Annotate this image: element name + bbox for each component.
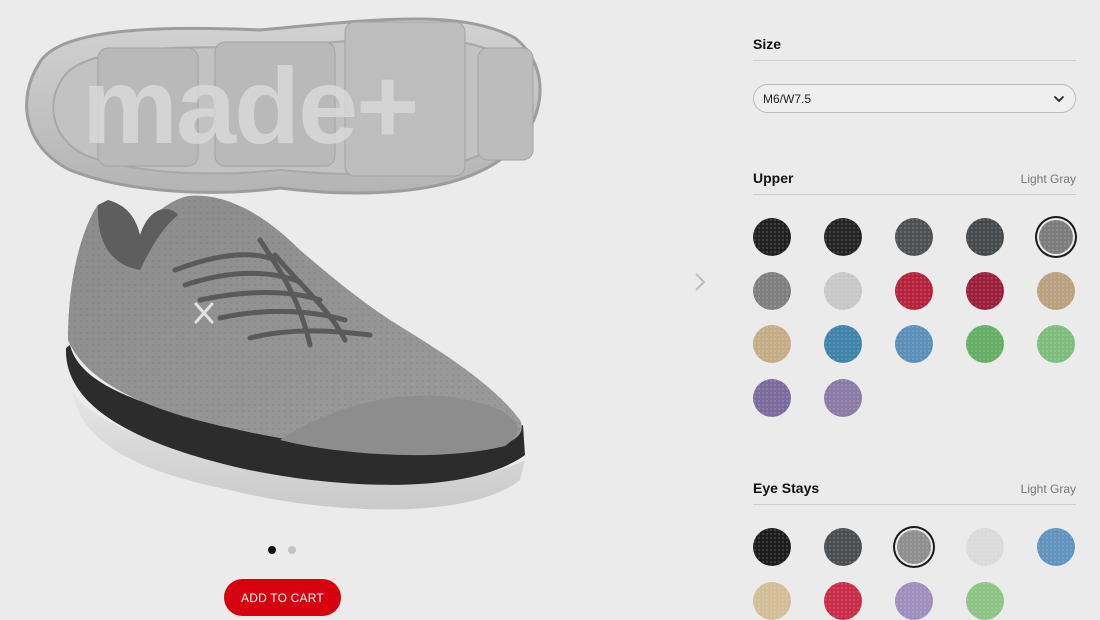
upper-title: Upper: [753, 170, 794, 186]
chevron-down-icon: [1053, 95, 1065, 102]
size-select[interactable]: M6/W7.5: [753, 84, 1076, 113]
upper-color-swatch[interactable]: [753, 378, 791, 417]
eye-stays-color-swatch[interactable]: [753, 581, 791, 620]
eye-stays-color-swatch[interactable]: [753, 528, 791, 566]
gallery-pagination: [268, 546, 296, 554]
eye-stays-color-swatch[interactable]: [824, 581, 862, 620]
upper-color-swatch[interactable]: [824, 325, 862, 363]
customizer-panel: Size M6/W7.5 Upper Light Gray Eye Stays …: [753, 0, 1076, 620]
upper-color-swatch[interactable]: [1039, 220, 1073, 254]
upper-color-swatch[interactable]: [824, 218, 862, 256]
upper-color-swatch[interactable]: [1037, 271, 1075, 310]
upper-color-swatch[interactable]: [966, 271, 1004, 310]
size-title: Size: [753, 36, 782, 52]
upper-color-swatch[interactable]: [753, 271, 791, 310]
upper-section-header: Upper Light Gray: [753, 170, 1076, 195]
eye-stays-section-header: Eye Stays Light Gray: [753, 480, 1076, 505]
shoe-side-view: [65, 195, 525, 510]
eye-stays-color-swatch[interactable]: [966, 528, 1004, 566]
eye-stays-color-swatch[interactable]: [897, 530, 931, 564]
product-image: made+: [25, 17, 542, 510]
upper-color-swatch[interactable]: [824, 271, 862, 310]
next-image-arrow-icon[interactable]: [690, 270, 710, 294]
upper-color-swatch[interactable]: [753, 218, 791, 256]
sole-logo: made+: [82, 45, 417, 166]
outsole-view: made+: [25, 17, 542, 195]
size-section-header: Size: [753, 36, 1076, 61]
upper-color-swatch[interactable]: [895, 271, 933, 310]
eye-stays-color-swatch[interactable]: [966, 581, 1004, 620]
add-to-cart-button[interactable]: ADD TO CART: [224, 579, 341, 616]
upper-color-swatch[interactable]: [824, 378, 862, 417]
eye-stays-color-swatch[interactable]: [1037, 528, 1075, 566]
size-selected-value: M6/W7.5: [763, 91, 812, 106]
eye-stays-title: Eye Stays: [753, 480, 820, 496]
upper-color-swatch[interactable]: [753, 325, 791, 363]
product-gallery: made+ ADD TO CART: [0, 0, 740, 619]
upper-color-swatch[interactable]: [966, 218, 1004, 256]
gallery-dot[interactable]: [288, 546, 296, 554]
upper-color-swatch[interactable]: [966, 325, 1004, 363]
upper-color-swatch[interactable]: [895, 218, 933, 256]
upper-color-swatch[interactable]: [1037, 325, 1075, 363]
eye-stays-selected-name: Light Gray: [1020, 482, 1076, 496]
eye-stays-color-swatch[interactable]: [824, 528, 862, 566]
upper-selected-name: Light Gray: [1020, 172, 1076, 186]
gallery-dot[interactable]: [268, 546, 276, 554]
eye-stays-color-swatch[interactable]: [895, 581, 933, 620]
upper-color-swatch[interactable]: [895, 325, 933, 363]
